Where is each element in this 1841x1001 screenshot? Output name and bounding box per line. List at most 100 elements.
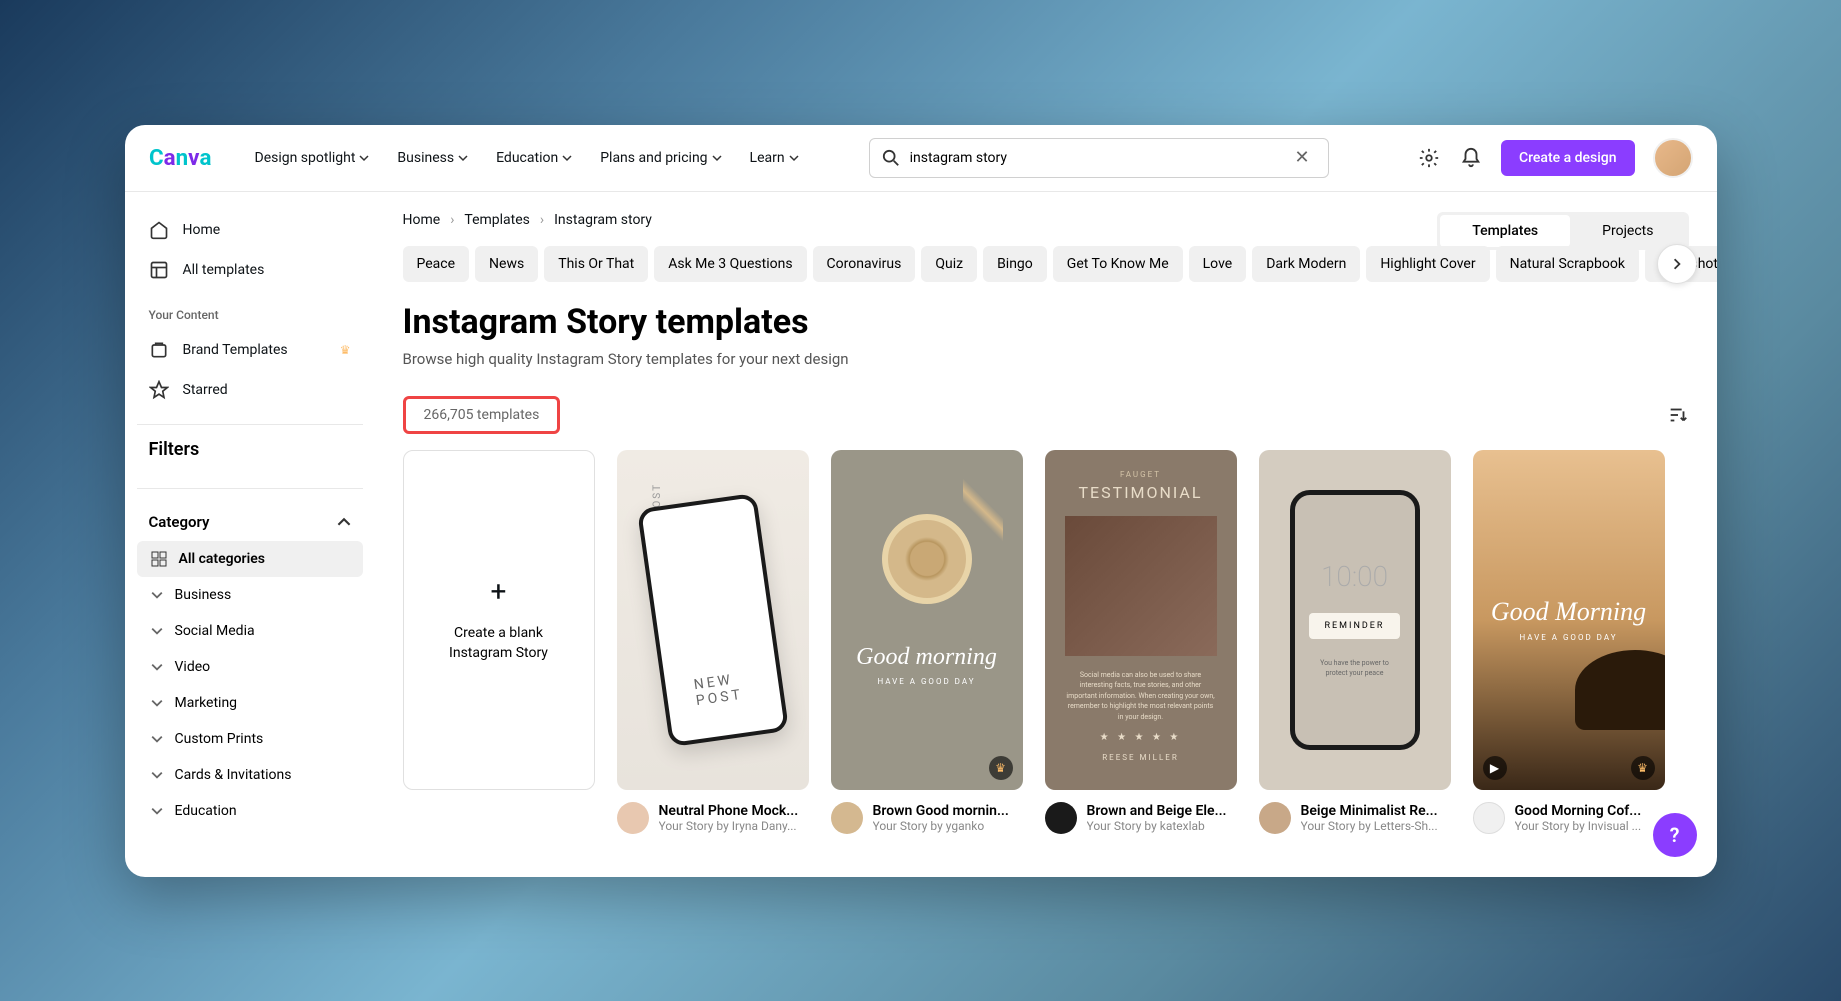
notifications-button[interactable] xyxy=(1459,146,1483,170)
chevron-right-icon xyxy=(1671,258,1683,270)
gear-icon xyxy=(1418,147,1440,169)
category-video[interactable]: Video xyxy=(137,649,363,685)
toggle-templates[interactable]: Templates xyxy=(1440,215,1570,247)
breadcrumb-current: Instagram story xyxy=(554,212,652,228)
chip-coronavirus[interactable]: Coronavirus xyxy=(813,246,916,282)
search-box[interactable]: ✕ xyxy=(869,138,1329,178)
user-avatar[interactable] xyxy=(1653,138,1693,178)
card-title[interactable]: Neutral Phone Mock... xyxy=(659,803,799,819)
nav-learn[interactable]: Learn xyxy=(750,150,799,166)
chevron-down-icon xyxy=(151,589,163,601)
category-business[interactable]: Business xyxy=(137,577,363,613)
chevron-down-icon xyxy=(151,805,163,817)
chip-natural-scrapbook[interactable]: Natural Scrapbook xyxy=(1496,246,1639,282)
author-avatar[interactable] xyxy=(1473,802,1505,834)
crown-icon: ♛ xyxy=(340,343,351,357)
template-card: FAUGET TESTIMONIAL Social media can also… xyxy=(1045,450,1237,834)
breadcrumb-home[interactable]: Home xyxy=(403,212,441,228)
template-card: Good Morning HAVE A GOOD DAY ▶ ♛ Good Mo… xyxy=(1473,450,1665,834)
card-author: Your Story by Letters-Sh... xyxy=(1301,819,1438,833)
breadcrumb-separator: › xyxy=(450,212,454,228)
card-meta: Beige Minimalist Re... Your Story by Let… xyxy=(1259,802,1451,834)
sort-button[interactable] xyxy=(1667,404,1689,426)
template-card: 10:00 REMINDER You have the power toprot… xyxy=(1259,450,1451,834)
video-badge-icon: ▶ xyxy=(1483,756,1507,780)
chip-highlight-cover[interactable]: Highlight Cover xyxy=(1366,246,1489,282)
page-title: Instagram Story templates xyxy=(403,302,1689,342)
template-thumb[interactable]: 10:00 REMINDER You have the power toprot… xyxy=(1259,450,1451,790)
nav-design-spotlight[interactable]: Design spotlight xyxy=(255,150,370,166)
toggle-projects[interactable]: Projects xyxy=(1570,215,1685,247)
category-cards-invitations[interactable]: Cards & Invitations xyxy=(137,757,363,793)
premium-badge-icon: ♛ xyxy=(1631,756,1655,780)
author-avatar[interactable] xyxy=(1045,802,1077,834)
view-toggle: Templates Projects xyxy=(1437,212,1688,250)
body: Home All templates Your Content Brand Te… xyxy=(125,192,1717,877)
grid-icon xyxy=(151,551,167,567)
app-window: Canva Design spotlight Business Educatio… xyxy=(125,125,1717,877)
chip-love[interactable]: Love xyxy=(1189,246,1247,282)
plus-icon: + xyxy=(491,575,507,608)
chevron-down-icon xyxy=(151,661,163,673)
card-title[interactable]: Good Morning Cof... xyxy=(1515,803,1642,819)
settings-button[interactable] xyxy=(1417,146,1441,170)
chevron-down-icon xyxy=(789,153,799,163)
search-input[interactable] xyxy=(910,150,1289,166)
create-design-button[interactable]: Create a design xyxy=(1501,140,1635,176)
category-custom-prints[interactable]: Custom Prints xyxy=(137,721,363,757)
card-meta: Good Morning Cof... Your Story by Invisu… xyxy=(1473,802,1665,834)
sort-icon xyxy=(1667,404,1689,426)
breadcrumb-templates[interactable]: Templates xyxy=(464,212,530,228)
main-content: Templates Projects Home › Templates › In… xyxy=(375,192,1717,877)
chip-quiz[interactable]: Quiz xyxy=(921,246,977,282)
template-thumb[interactable]: NEW POST NEW POST xyxy=(617,450,809,790)
author-avatar[interactable] xyxy=(1259,802,1291,834)
sidebar-starred[interactable]: Starred xyxy=(137,370,363,410)
sidebar-brand-templates[interactable]: Brand Templates♛ xyxy=(137,330,363,370)
chip-news[interactable]: News xyxy=(475,246,538,282)
category-social-media[interactable]: Social Media xyxy=(137,613,363,649)
templates-icon xyxy=(149,260,169,280)
author-avatar[interactable] xyxy=(617,802,649,834)
nav-plans-pricing[interactable]: Plans and pricing xyxy=(600,150,721,166)
sidebar-home[interactable]: Home xyxy=(137,210,363,250)
nav-education[interactable]: Education xyxy=(496,150,572,166)
chip-peace[interactable]: Peace xyxy=(403,246,470,282)
blank-label: Create a blankInstagram Story xyxy=(449,624,548,663)
clear-search-icon[interactable]: ✕ xyxy=(1289,147,1316,168)
card-title[interactable]: Brown and Beige Ele... xyxy=(1087,803,1227,819)
chips-next-button[interactable] xyxy=(1657,244,1697,284)
chevron-down-icon xyxy=(562,153,572,163)
template-grid: + Create a blankInstagram Story NEW POST… xyxy=(403,450,1689,834)
card-author: Your Story by yganko xyxy=(873,819,1009,833)
blank-template-card[interactable]: + Create a blankInstagram Story xyxy=(403,450,595,834)
card-title[interactable]: Beige Minimalist Re... xyxy=(1301,803,1438,819)
bell-icon xyxy=(1460,147,1482,169)
card-author: Your Story by Invisual ... xyxy=(1515,819,1642,833)
template-thumb[interactable]: Good morning HAVE A GOOD DAY ♛ xyxy=(831,450,1023,790)
category-marketing[interactable]: Marketing xyxy=(137,685,363,721)
canva-logo[interactable]: Canva xyxy=(149,144,235,172)
category-education[interactable]: Education xyxy=(137,793,363,829)
template-thumb[interactable]: FAUGET TESTIMONIAL Social media can also… xyxy=(1045,450,1237,790)
card-author: Your Story by Iryna Dany... xyxy=(659,819,799,833)
chip-this-or-that[interactable]: This Or That xyxy=(544,246,648,282)
chip-bingo[interactable]: Bingo xyxy=(983,246,1047,282)
svg-text:Canva: Canva xyxy=(149,144,211,170)
main-nav: Design spotlight Business Education Plan… xyxy=(255,150,799,166)
divider xyxy=(137,424,363,425)
filter-category-header[interactable]: Category xyxy=(137,503,363,541)
help-button[interactable]: ? xyxy=(1653,813,1697,857)
chip-dark-modern[interactable]: Dark Modern xyxy=(1252,246,1360,282)
nav-business[interactable]: Business xyxy=(397,150,468,166)
chip-get-to-know[interactable]: Get To Know Me xyxy=(1053,246,1183,282)
sidebar-all-templates[interactable]: All templates xyxy=(137,250,363,290)
category-all[interactable]: All categories xyxy=(137,541,363,577)
filter-chips: Peace News This Or That Ask Me 3 Questio… xyxy=(403,246,1689,282)
template-card: NEW POST NEW POST Neutral Phone Mock... … xyxy=(617,450,809,834)
blank-thumb[interactable]: + Create a blankInstagram Story xyxy=(403,450,595,790)
author-avatar[interactable] xyxy=(831,802,863,834)
chip-ask-me[interactable]: Ask Me 3 Questions xyxy=(654,246,806,282)
template-thumb[interactable]: Good Morning HAVE A GOOD DAY ▶ ♛ xyxy=(1473,450,1665,790)
card-title[interactable]: Brown Good mornin... xyxy=(873,803,1009,819)
